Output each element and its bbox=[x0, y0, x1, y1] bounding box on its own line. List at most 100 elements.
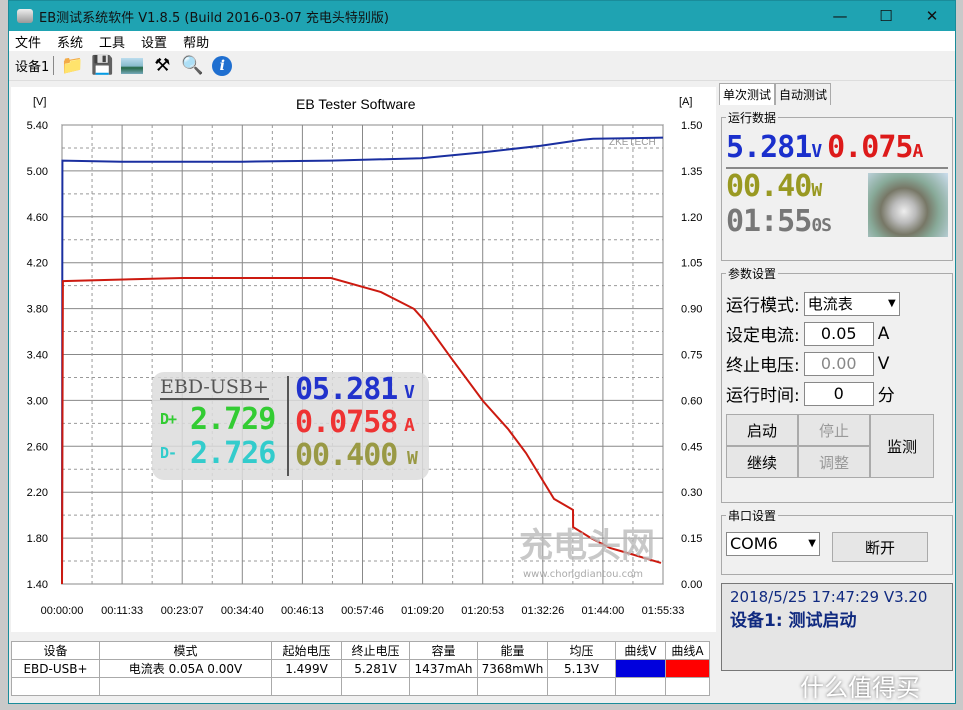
device-tab[interactable]: 设备1 bbox=[15, 56, 55, 75]
overlay-v-unit: V bbox=[404, 382, 415, 403]
x-tick: 01:55:33 bbox=[642, 605, 685, 617]
y-left-tick: 1.40 bbox=[27, 579, 48, 591]
window-title: EB测试系统软件 V1.8.5 (Build 2016-03-07 充电头特别版… bbox=[39, 10, 389, 26]
y-left-tick: 3.80 bbox=[27, 304, 48, 316]
y-left-tick: 5.40 bbox=[27, 120, 48, 132]
y-left-tick: 3.00 bbox=[27, 395, 48, 407]
maximize-button[interactable]: ☐ bbox=[863, 7, 909, 25]
y-left-label: [V] bbox=[33, 96, 46, 108]
overlay-model: EBD-USB+ bbox=[160, 376, 269, 400]
meter-overlay: EBD-USB+ D+ 2.729 D- 2.726 05.281 V 0.07… bbox=[152, 372, 429, 480]
tab-single-test[interactable]: 单次测试 bbox=[719, 83, 776, 105]
y-left-tick: 3.40 bbox=[27, 350, 48, 362]
y-left-tick: 1.80 bbox=[27, 533, 48, 545]
url-watermark: www.chongdiantou.com bbox=[523, 569, 643, 580]
x-tick: 01:09:20 bbox=[401, 605, 444, 617]
logo-watermark: 充电头网 bbox=[519, 526, 655, 566]
x-tick: 01:20:53 bbox=[461, 605, 504, 617]
com-port-value: COM6 bbox=[730, 534, 778, 553]
x-tick: 00:23:07 bbox=[161, 605, 204, 617]
cell-capacity: 1437mAh bbox=[409, 659, 478, 678]
table-header: 设备 模式 起始电压 终止电压 容量 能量 均压 曲线V 曲线A bbox=[11, 641, 710, 660]
dplus-label: D+ bbox=[160, 410, 177, 428]
serial-label: 串口设置 bbox=[728, 509, 777, 523]
dminus-label: D- bbox=[160, 444, 177, 462]
y-left-tick: 4.20 bbox=[27, 258, 48, 270]
monitor-button[interactable]: 监测 bbox=[870, 414, 934, 478]
menu-settings[interactable]: 设置 bbox=[141, 32, 167, 51]
curve-a-color[interactable] bbox=[665, 659, 710, 678]
y-right-tick: 0.90 bbox=[681, 304, 702, 316]
folder-icon[interactable]: 📁 bbox=[60, 54, 84, 78]
stop-voltage-unit: V bbox=[877, 353, 890, 374]
current-label: 设定电流: bbox=[726, 326, 800, 346]
save-icon[interactable]: 💾 bbox=[90, 54, 114, 78]
cell-end-voltage: 5.281V bbox=[341, 659, 410, 678]
overlay-w-unit: W bbox=[407, 448, 418, 469]
run-time-input[interactable]: 0 bbox=[803, 381, 874, 406]
resume-button[interactable]: 继续 bbox=[726, 446, 798, 478]
chart: EB Tester Software [V] [A] ZKETECH 5.405… bbox=[27, 96, 703, 617]
col-capacity: 容量 bbox=[409, 641, 478, 660]
col-device: 设备 bbox=[11, 641, 100, 660]
col-curve-a: 曲线A bbox=[665, 641, 710, 660]
info-icon[interactable]: i bbox=[210, 54, 234, 78]
y-left-tick: 5.00 bbox=[27, 166, 48, 178]
cell-energy: 7368mWh bbox=[477, 659, 548, 678]
y-right-tick: 0.45 bbox=[681, 441, 702, 453]
mode-select[interactable]: 电流表 ▼ bbox=[803, 291, 900, 316]
menu-system[interactable]: 系统 bbox=[57, 32, 83, 51]
x-tick: 00:11:33 bbox=[101, 605, 143, 617]
minimize-button[interactable]: — bbox=[817, 7, 863, 25]
y-right-tick: 0.60 bbox=[681, 395, 702, 407]
col-end-voltage: 终止电压 bbox=[341, 641, 410, 660]
title-bar: EB测试系统软件 V1.8.5 (Build 2016-03-07 充电头特别版… bbox=[9, 1, 955, 31]
curve-v-color[interactable] bbox=[615, 659, 666, 678]
mode-label: 运行模式: bbox=[726, 296, 800, 316]
menu-help[interactable]: 帮助 bbox=[183, 32, 209, 51]
overlay-a-unit: A bbox=[404, 415, 415, 436]
current-input[interactable]: 0.05 bbox=[803, 321, 874, 346]
x-tick: 00:00:00 bbox=[41, 605, 84, 617]
run-data-group: 运行数据 5.281 V 0.075 A 00.40W 01:550S bbox=[721, 109, 953, 261]
y-right-tick: 1.35 bbox=[681, 166, 702, 178]
menu-tools[interactable]: 工具 bbox=[99, 32, 125, 51]
serial-group: 串口设置 COM6 ▼ 断开 bbox=[721, 507, 953, 575]
run-time-label: 运行时间: bbox=[726, 386, 800, 406]
tab-auto-test[interactable]: 自动测试 bbox=[775, 83, 832, 105]
start-button[interactable]: 启动 bbox=[726, 414, 798, 446]
run-w-unit: W bbox=[811, 180, 822, 201]
close-button[interactable]: ✕ bbox=[909, 7, 955, 25]
menu-file[interactable]: 文件 bbox=[15, 32, 41, 51]
cell-avg-voltage: 5.13V bbox=[547, 659, 616, 678]
x-tick: 01:44:00 bbox=[581, 605, 624, 617]
x-tick: 00:57:46 bbox=[341, 605, 384, 617]
run-a-unit: A bbox=[912, 141, 923, 162]
run-v-unit: V bbox=[811, 141, 822, 162]
table-row[interactable]: EBD-USB+ 电流表 0.05A 0.00V 1.499V 5.281V 1… bbox=[11, 659, 710, 678]
overlay-current: 0.0758 bbox=[295, 405, 398, 440]
stop-voltage-input[interactable]: 0.00 bbox=[803, 351, 874, 376]
run-time: 01:55 bbox=[726, 204, 812, 239]
x-tick: 00:34:40 bbox=[221, 605, 264, 617]
y-right-tick: 0.30 bbox=[681, 487, 702, 499]
stop-button[interactable]: 停止 bbox=[798, 414, 870, 446]
y-right-tick: 0.15 bbox=[681, 533, 702, 545]
overlay-power: 00.400 bbox=[295, 438, 398, 473]
adjust-button[interactable]: 调整 bbox=[798, 446, 870, 478]
stop-voltage-label: 终止电压: bbox=[726, 356, 800, 376]
y-right-tick: 1.20 bbox=[681, 212, 702, 224]
com-port-select[interactable]: COM6 ▼ bbox=[726, 532, 820, 556]
run-power: 00.40 bbox=[726, 169, 812, 204]
y-left-tick: 2.60 bbox=[27, 441, 48, 453]
run-time-unit: 0S bbox=[811, 215, 832, 236]
search-icon[interactable]: 🔍 bbox=[180, 54, 204, 78]
tools-icon[interactable]: ⚒ bbox=[150, 54, 174, 78]
status-line2: 设备1: 测试启动 bbox=[730, 611, 857, 631]
y-right-label: [A] bbox=[679, 96, 692, 108]
params-label: 参数设置 bbox=[728, 267, 777, 281]
y-left-tick: 2.20 bbox=[27, 487, 48, 499]
x-tick: 01:32:26 bbox=[521, 605, 564, 617]
disconnect-button[interactable]: 断开 bbox=[832, 532, 928, 562]
image-icon[interactable] bbox=[120, 54, 144, 78]
